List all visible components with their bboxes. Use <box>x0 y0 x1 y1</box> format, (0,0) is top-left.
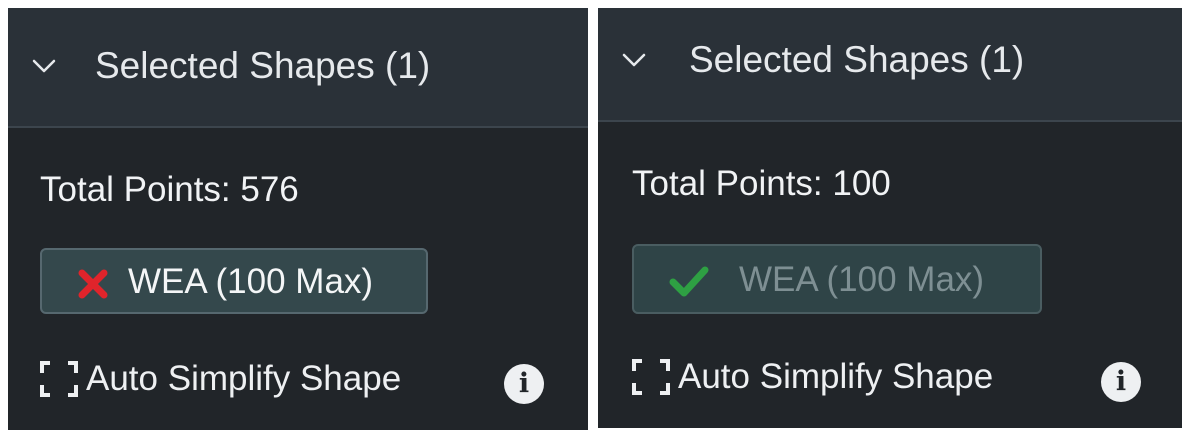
comparison-screenshot: Selected Shapes (1) Total Points: 576 WE… <box>0 0 1183 430</box>
total-points-readout: Total Points: 576 <box>40 170 299 209</box>
wea-status-badge: WEA (100 Max) <box>40 248 428 314</box>
chevron-down-icon[interactable] <box>30 54 58 78</box>
frame-corners-icon <box>40 361 78 397</box>
auto-simplify-shape-button[interactable]: Auto Simplify Shape <box>38 354 401 404</box>
info-icon[interactable]: i <box>504 364 544 404</box>
info-icon[interactable]: i <box>1101 362 1141 402</box>
total-points-readout: Total Points: 100 <box>632 164 891 203</box>
section-title: Selected Shapes (1) <box>95 45 431 86</box>
frame-corners-icon <box>632 359 670 395</box>
chevron-down-icon[interactable] <box>620 48 648 72</box>
selected-shapes-panel-after: Selected Shapes (1) Total Points: 100 WE… <box>598 8 1182 428</box>
wea-badge-label: WEA (100 Max) <box>739 260 985 299</box>
auto-simplify-label: Auto Simplify Shape <box>86 359 402 398</box>
checkmark-icon <box>669 266 709 297</box>
wea-status-badge: WEA (100 Max) <box>632 244 1042 314</box>
selected-shapes-panel-before: Selected Shapes (1) Total Points: 576 WE… <box>8 8 588 430</box>
wea-badge-label: WEA (100 Max) <box>128 262 374 301</box>
x-mark-icon <box>78 269 108 299</box>
section-header[interactable]: Selected Shapes (1) <box>598 8 1182 122</box>
section-title: Selected Shapes (1) <box>689 39 1025 80</box>
auto-simplify-shape-button[interactable]: Auto Simplify Shape <box>630 352 993 402</box>
section-header[interactable]: Selected Shapes (1) <box>8 8 588 128</box>
auto-simplify-label: Auto Simplify Shape <box>678 357 994 396</box>
